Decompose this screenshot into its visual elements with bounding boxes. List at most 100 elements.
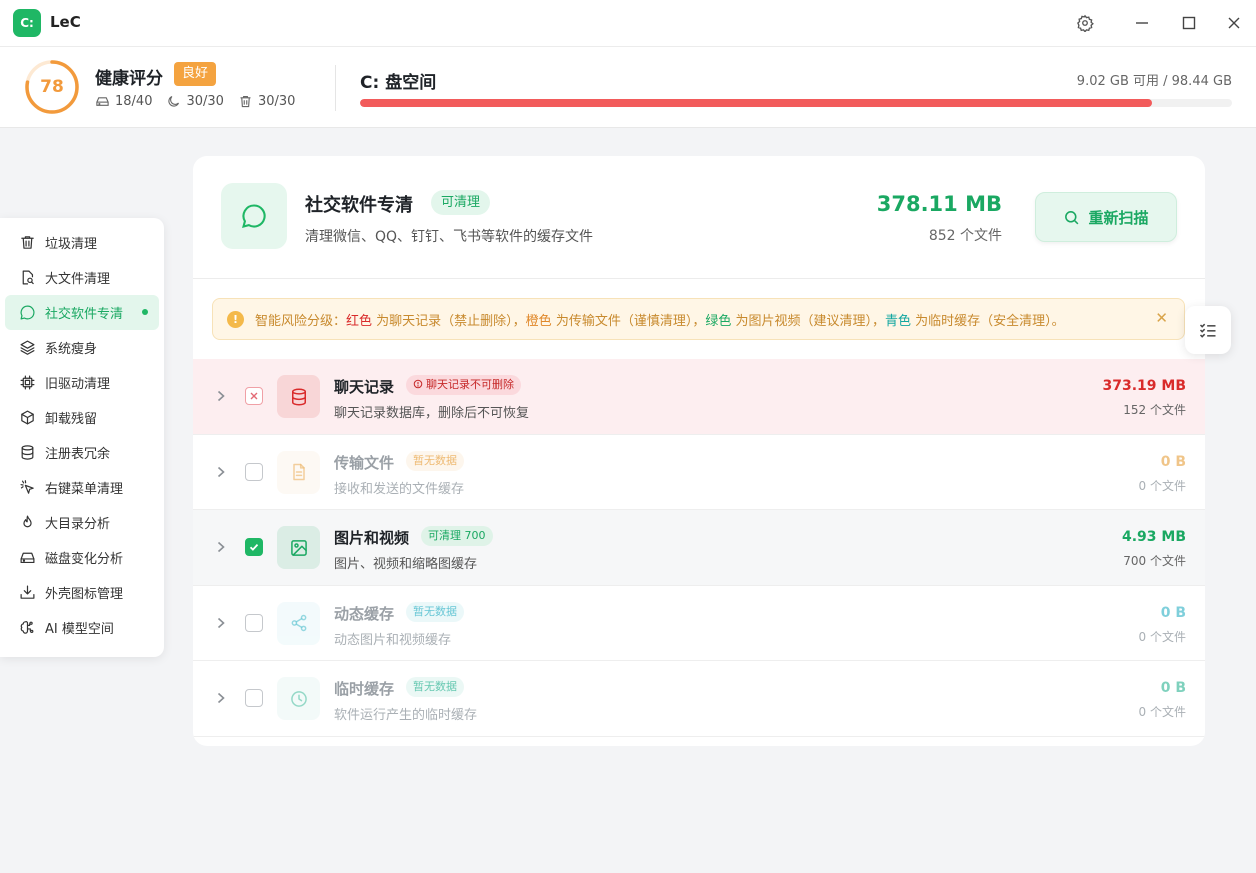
row-tag: 暂无数据 (406, 450, 464, 471)
disk-icon (96, 97, 109, 106)
category-row[interactable]: 临时缓存 暂无数据 软件运行产生的临时缓存 0 B 0 个文件 (193, 661, 1205, 737)
row-description: 接收和发送的文件缓存 (334, 481, 465, 497)
sidebar-item[interactable]: 旧驱动清理 (5, 365, 159, 400)
sidebar-item[interactable]: AI 模型空间 (5, 610, 159, 645)
health-badge: 良好 (174, 62, 217, 86)
category-list: 聊天记录 聊天记录不可删除 聊天记录数据库，删除后不可恢复 373.19 MB 152 … (193, 359, 1205, 737)
minimize-icon[interactable] (1131, 12, 1153, 34)
chevron-right-icon[interactable] (215, 690, 227, 710)
warning-cyan-word: 青色 (884, 313, 911, 329)
sidebar-item-label: 系统瘦身 (45, 342, 98, 357)
row-title: 传输文件 (334, 453, 395, 472)
warning-red-text: 为聊天记录（禁止删除）， (372, 313, 526, 329)
sidebar-item[interactable]: 卸载残留 (5, 400, 159, 435)
sidebar-item-label: 磁盘变化分析 (45, 552, 124, 567)
stat-trash: 30/30 (238, 94, 295, 109)
row-size: 373.19 MB (1102, 378, 1186, 394)
row-checkbox[interactable] (245, 538, 263, 556)
app-logo: C: (13, 9, 41, 37)
gear-icon[interactable] (1074, 12, 1096, 34)
chevron-right-icon[interactable] (215, 464, 227, 484)
warning-cyan-text: 为临时缓存（安全清理）。 (911, 313, 1065, 329)
warning-close-button[interactable]: ✕ (1155, 309, 1168, 327)
health-title: 健康评分 (95, 69, 163, 89)
stat-moon: 30/30 (166, 94, 224, 109)
row-checkbox[interactable] (245, 462, 263, 481)
sidebar-item-label: AI 模型空间 (45, 622, 114, 637)
clock-icon (277, 677, 320, 720)
row-tag: 聊天记录不可删除 (406, 375, 521, 395)
database-icon (277, 375, 320, 418)
chevron-right-icon[interactable] (215, 615, 227, 635)
row-file-count: 0 个文件 (1138, 478, 1186, 493)
row-size: 4.93 MB (1121, 529, 1186, 545)
risk-warning-banner: ! 智能风险分级： 红色 为聊天记录（禁止删除）， 橙色 为传输文件（谨慎清理）… (212, 298, 1185, 340)
layers-icon (19, 339, 45, 356)
chevron-right-icon[interactable] (215, 539, 227, 559)
row-tag: 可清理 700 (421, 526, 493, 546)
row-description: 动态图片和视频缓存 (334, 632, 452, 648)
warning-green-word: 绿色 (705, 313, 732, 329)
trash-icon (19, 234, 45, 251)
image-icon (277, 526, 320, 569)
row-tag-text: 暂无数据 (413, 453, 457, 467)
hard-drive-icon (19, 549, 45, 566)
download-tray-icon (19, 584, 45, 601)
row-file-count: 0 个文件 (1138, 629, 1186, 644)
disk-usage-bar (360, 99, 1232, 107)
sidebar-item[interactable]: 大文件清理 (5, 260, 159, 295)
row-tag: 暂无数据 (406, 601, 464, 622)
row-checkbox[interactable] (245, 689, 263, 707)
category-row[interactable]: 动态缓存 暂无数据动态图片和视频缓存 0 B 0 个文件 (193, 586, 1205, 661)
warning-red-word: 红色 (346, 313, 373, 329)
sidebar-item-label: 注册表冗余 (45, 447, 111, 462)
sidebar-item-label: 旧驱动清理 (45, 377, 111, 392)
row-checkbox[interactable] (245, 613, 263, 632)
row-tag-text: 暂无数据 (413, 604, 457, 618)
card-description: 清理微信、QQ、钉钉、飞书等软件的缓存文件 (305, 229, 594, 245)
row-file-count: 152 个文件 (1123, 403, 1186, 417)
category-row[interactable]: 聊天记录 聊天记录不可删除 聊天记录数据库，删除后不可恢复 373.19 MB 152 … (193, 359, 1205, 435)
warning-green-text: 为图片视频（建议清理）， (731, 313, 885, 329)
card-title: 社交软件专清 (305, 195, 413, 216)
document-icon (277, 450, 320, 494)
warning-prefix: 智能风险分级： (255, 313, 347, 329)
main-card: 社交软件专清 可清理 清理微信、QQ、钉钉、飞书等软件的缓存文件 378.11 … (193, 156, 1205, 746)
row-size: 0 B (1160, 604, 1186, 621)
row-tag-text: 可清理 700 (428, 529, 486, 542)
sidebar-item[interactable]: 外壳图标管理 (5, 575, 159, 610)
sidebar: 垃圾清理大文件清理社交软件专清系统瘦身旧驱动清理卸载残留注册表冗余右键菜单清理大… (0, 218, 164, 657)
health-stats: 18/40 30/30 30/30 (95, 94, 309, 109)
sidebar-item[interactable]: 系统瘦身 (5, 330, 159, 365)
rescan-button[interactable]: 重新扫描 (1035, 192, 1177, 242)
row-checkbox-disabled[interactable] (245, 387, 263, 405)
moon-icon (168, 95, 180, 107)
sidebar-item[interactable]: 大目录分析 (5, 505, 159, 540)
sidebar-item-label: 大文件清理 (45, 272, 111, 287)
brain-icon (19, 619, 45, 636)
row-file-count: 700 个文件 (1123, 554, 1186, 568)
box-icon (19, 409, 45, 426)
category-row[interactable]: 传输文件 暂无数据 接收和发送的文件缓存 0 B 0 个文件 (193, 435, 1205, 510)
sidebar-item-label: 右键菜单清理 (45, 482, 124, 497)
row-title: 动态缓存 (334, 604, 395, 623)
maximize-icon[interactable] (1178, 12, 1200, 34)
sidebar-item[interactable]: 垃圾清理 (5, 225, 159, 260)
row-description: 软件运行产生的临时缓存 (334, 708, 478, 723)
checklist-button[interactable] (1185, 306, 1231, 354)
category-row[interactable]: 图片和视频 可清理 700 图片、视频和缩略图缓存 4.93 MB 700 个文件 (193, 510, 1205, 586)
sidebar-item[interactable]: 磁盘变化分析 (5, 540, 159, 575)
sidebar-item[interactable]: 右键菜单清理 (5, 470, 159, 505)
trash-icon (240, 95, 251, 108)
sidebar-item[interactable]: 注册表冗余 (5, 435, 159, 470)
search-icon (1065, 210, 1079, 224)
chevron-right-icon[interactable] (215, 388, 227, 408)
stat-moon-value: 30/30 (186, 94, 224, 109)
sidebar-item[interactable]: 社交软件专清 (5, 295, 159, 330)
card-total-size: 378.11 MB (876, 192, 1002, 216)
row-size: 0 B (1160, 680, 1186, 696)
row-description: 图片、视频和缩略图缓存 (334, 557, 478, 572)
alert-icon (413, 379, 423, 389)
rescan-label: 重新扫描 (1088, 208, 1149, 227)
close-icon[interactable] (1223, 12, 1245, 34)
